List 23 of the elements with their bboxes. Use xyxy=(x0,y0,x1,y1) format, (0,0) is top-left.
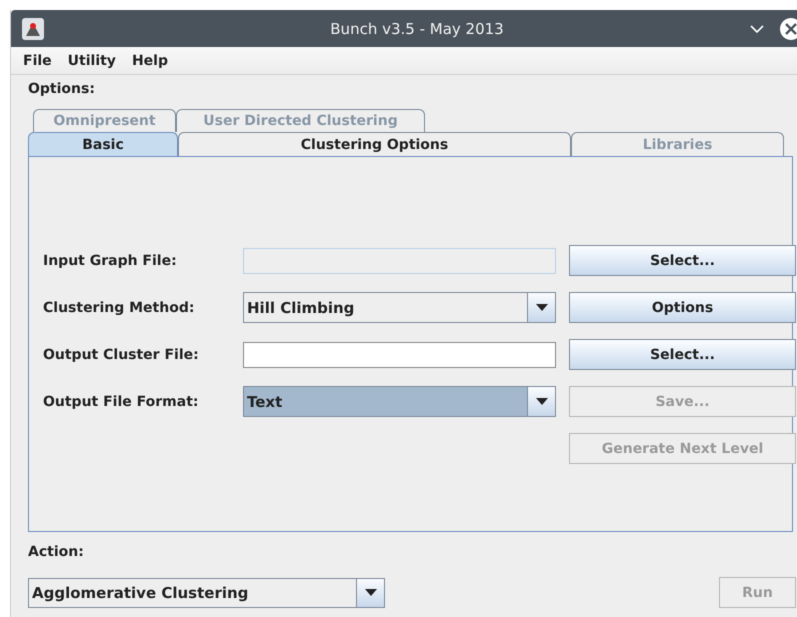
menu-item[interactable]: File xyxy=(23,52,52,68)
menu-item[interactable]: Utility xyxy=(68,52,116,68)
field-label: Output Cluster File: xyxy=(43,346,200,362)
tab[interactable]: Basic xyxy=(28,132,178,156)
action-dropdown[interactable]: Agglomerative Clustering xyxy=(28,578,385,608)
menu-item[interactable]: Help xyxy=(132,52,168,68)
dropdown[interactable]: Hill Climbing xyxy=(243,292,556,323)
app-logo-icon xyxy=(21,16,45,40)
section-label: Options: xyxy=(28,81,96,99)
form-button[interactable]: Options xyxy=(569,292,796,323)
dropdown-arrow-icon xyxy=(364,589,376,596)
field-label: Output File Format: xyxy=(43,394,200,410)
tab[interactable]: Clustering Options xyxy=(178,132,571,156)
input-field[interactable] xyxy=(243,342,556,368)
dropdown-arrow-icon xyxy=(536,398,548,405)
field-label: Input Graph File: xyxy=(43,252,178,268)
window-title: Bunch v3.5 - May 2013 xyxy=(329,20,505,38)
dropdown[interactable]: Text xyxy=(243,386,556,417)
close-icon[interactable] xyxy=(779,16,797,40)
form-button[interactable]: Select... xyxy=(569,339,796,370)
action-label: Action: xyxy=(28,544,85,562)
field-label: Clustering Method: xyxy=(43,300,196,316)
dropdown-arrow-icon xyxy=(536,304,548,311)
